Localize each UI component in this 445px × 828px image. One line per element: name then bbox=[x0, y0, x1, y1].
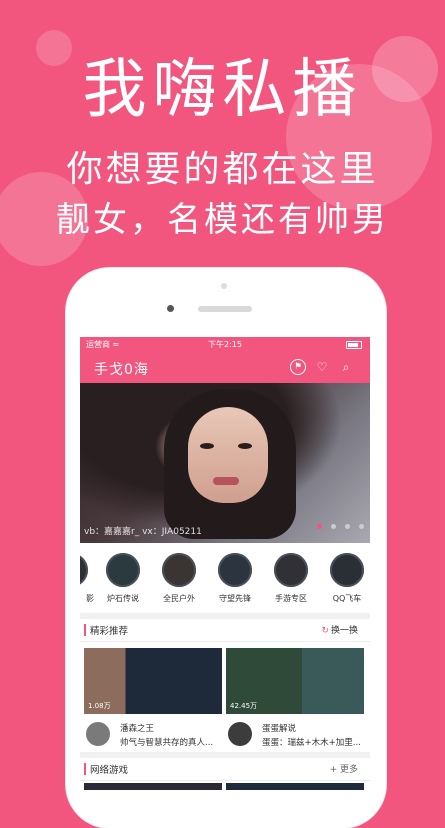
refresh-icon: ↻ bbox=[321, 626, 329, 636]
stream-card[interactable]: 1.08万 潘森之王 帅气与智慧共存的真人... bbox=[84, 648, 222, 750]
category-icon bbox=[330, 553, 364, 587]
banner-image-eye bbox=[200, 443, 214, 449]
category-icon bbox=[274, 553, 308, 587]
refresh-button[interactable]: ↻ 换一换 bbox=[321, 623, 358, 636]
stream-info: 潘森之王 帅气与智慧共存的真人... bbox=[84, 714, 222, 750]
section-accent-bar bbox=[84, 763, 86, 775]
category-strip[interactable]: 影 炉石传说 全民户外 守望先锋 手游专区 QQ飞车 bbox=[80, 543, 370, 613]
category-label: 全民户外 bbox=[163, 594, 195, 603]
category-icon bbox=[162, 553, 196, 587]
view-count: 1.08万 bbox=[88, 702, 111, 710]
streamer-name: 潘森之王 bbox=[120, 724, 155, 734]
category-item[interactable]: 全民户外 bbox=[154, 553, 204, 604]
promo-line-1: 你想要的都在这里 bbox=[66, 149, 379, 190]
category-label: 手游专区 bbox=[275, 594, 307, 603]
category-label: 影 bbox=[86, 594, 94, 603]
app-logo[interactable]: 手戈0海 bbox=[94, 359, 149, 379]
battery-icon bbox=[346, 341, 362, 349]
category-icon bbox=[106, 553, 140, 587]
banner-caption: vb：嘉嘉嘉r_ vx：JIA05211 bbox=[84, 527, 202, 537]
banner-image-face bbox=[188, 407, 268, 503]
games-section-header: 网络游戏 + 更多 bbox=[80, 758, 370, 781]
carousel-dots[interactable] bbox=[313, 514, 364, 533]
carousel-dot[interactable] bbox=[359, 524, 364, 529]
category-label: QQ飞车 bbox=[332, 594, 362, 603]
avatar[interactable] bbox=[86, 722, 110, 746]
stream-title: 蛋蛋：瑞兹+木木+加里... bbox=[262, 738, 361, 748]
app-navbar: 手戈0海 ⚑ ♡ ⌕ bbox=[80, 351, 370, 383]
more-button[interactable]: + 更多 bbox=[330, 762, 358, 775]
stream-thumbnail[interactable]: 42.45万 bbox=[226, 648, 364, 714]
streamer-name: 蛋蛋解说 bbox=[262, 724, 297, 734]
stream-thumbnail[interactable]: 1.08万 bbox=[84, 648, 222, 714]
refresh-label: 换一换 bbox=[330, 626, 358, 636]
category-label: 炉石传说 bbox=[107, 594, 139, 603]
stream-thumbnail[interactable] bbox=[84, 783, 222, 790]
category-item[interactable]: QQ飞车 bbox=[322, 553, 370, 604]
status-bar: 运营商 ≈ 下午2:15 bbox=[80, 337, 370, 351]
promo-title: 我嗨私播 bbox=[82, 53, 363, 127]
category-icon bbox=[80, 553, 88, 587]
stream-card[interactable]: 42.45万 蛋蛋解说 蛋蛋：瑞兹+木木+加里... bbox=[226, 648, 364, 750]
category-label: 守望先锋 bbox=[219, 594, 251, 603]
banner-image-eye bbox=[238, 443, 252, 449]
banner-carousel[interactable]: vb：嘉嘉嘉r_ vx：JIA05211 bbox=[80, 383, 370, 543]
category-item[interactable]: 影 bbox=[80, 553, 96, 604]
avatar[interactable] bbox=[228, 722, 252, 746]
featured-section-header: 精彩推荐 ↻ 换一换 bbox=[80, 619, 370, 642]
section-title: 网络游戏 bbox=[90, 765, 129, 776]
banner-image-lips bbox=[213, 477, 239, 485]
carousel-dot[interactable] bbox=[344, 524, 350, 529]
view-count: 42.45万 bbox=[230, 702, 258, 710]
phone-camera bbox=[167, 305, 174, 312]
badge-icon[interactable]: ⚑ bbox=[290, 359, 306, 375]
clock: 下午2:15 bbox=[208, 340, 242, 349]
stream-title: 帅气与智慧共存的真人... bbox=[120, 738, 214, 748]
phone-sensor bbox=[221, 283, 227, 289]
carousel-dot[interactable] bbox=[316, 524, 322, 529]
promo-line-2: 靓女，名模还有帅男 bbox=[56, 200, 389, 240]
section-title: 精彩推荐 bbox=[90, 626, 129, 637]
category-item[interactable]: 守望先锋 bbox=[210, 553, 260, 604]
app-screen: 运营商 ≈ 下午2:15 手戈0海 ⚑ ♡ ⌕ vb：嘉嘉嘉r_ vx：JIA0… bbox=[80, 337, 370, 790]
stream-thumbnail[interactable] bbox=[226, 783, 364, 790]
games-preview bbox=[80, 781, 370, 790]
category-item[interactable]: 炉石传说 bbox=[98, 553, 148, 604]
stream-info: 蛋蛋解说 蛋蛋：瑞兹+木木+加里... bbox=[226, 714, 364, 750]
featured-cards: 1.08万 潘森之王 帅气与智慧共存的真人... 42.45万 蛋蛋解说 蛋蛋：… bbox=[80, 642, 370, 752]
category-item[interactable]: 手游专区 bbox=[266, 553, 316, 604]
section-accent-bar bbox=[84, 624, 86, 636]
search-icon[interactable]: ⌕ bbox=[338, 359, 354, 375]
carousel-dot[interactable] bbox=[330, 524, 336, 529]
phone-speaker bbox=[198, 306, 252, 312]
category-icon bbox=[218, 553, 252, 587]
heart-icon[interactable]: ♡ bbox=[314, 359, 330, 375]
